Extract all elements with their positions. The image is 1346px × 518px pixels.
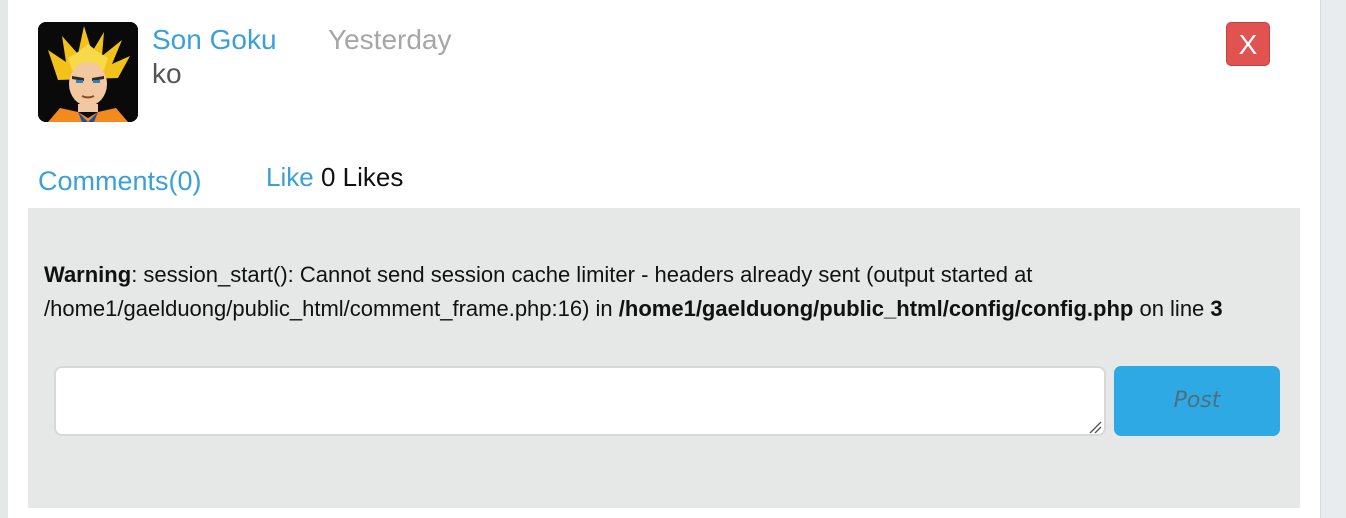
avatar[interactable]: [38, 22, 138, 122]
warning-on-line: on line: [1133, 296, 1211, 321]
like-row: Like 0 Likes: [266, 160, 403, 194]
php-warning: Warning: session_start(): Cannot send se…: [44, 258, 1284, 326]
post-author-name[interactable]: Son Goku: [152, 23, 277, 57]
comment-frame: Warning: session_start(): Cannot send se…: [28, 208, 1300, 508]
warning-label: Warning: [44, 262, 132, 287]
avatar-image: [38, 22, 138, 122]
close-icon: X: [1238, 29, 1258, 60]
resize-grip-icon[interactable]: [1088, 420, 1102, 434]
likes-suffix: Likes: [342, 162, 404, 192]
post-text: ko: [152, 58, 182, 89]
comment-textarea[interactable]: [54, 366, 1106, 436]
close-button[interactable]: X: [1226, 22, 1270, 66]
post-button[interactable]: Post: [1114, 366, 1280, 436]
scrollbar-track[interactable]: [1320, 0, 1346, 518]
likes-count: 0: [320, 162, 336, 192]
comments-link[interactable]: Comments(0): [38, 164, 202, 198]
warning-line-number: 3: [1210, 296, 1223, 321]
warning-file: /home1/gaelduong/public_html/config/conf…: [618, 296, 1134, 321]
post-timestamp: Yesterday: [328, 24, 452, 55]
like-link[interactable]: Like: [266, 162, 314, 192]
